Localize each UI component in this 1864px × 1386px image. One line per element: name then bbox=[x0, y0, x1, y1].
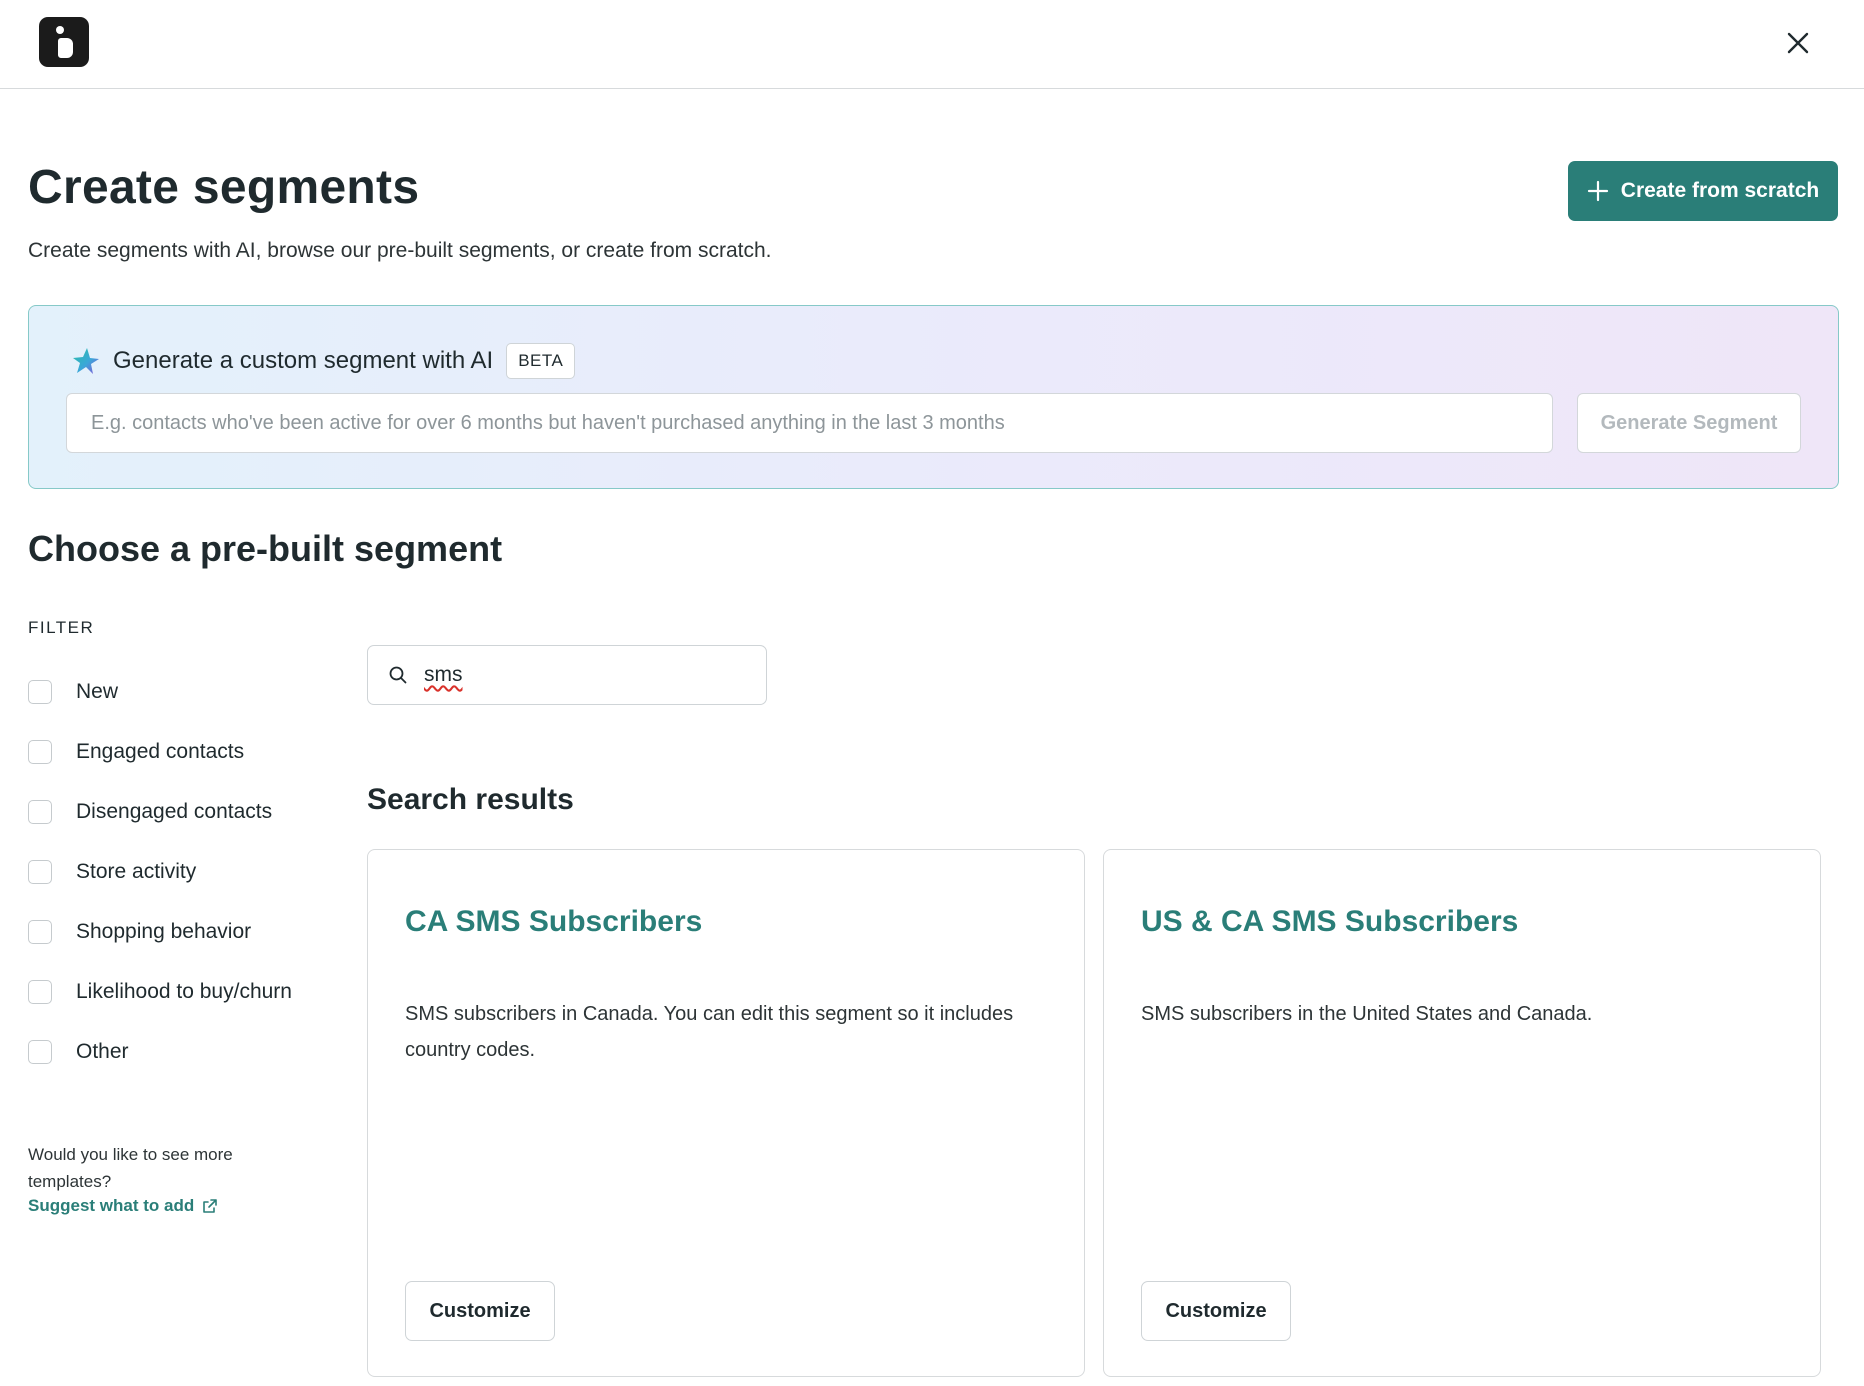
filter-label-text: New bbox=[76, 680, 119, 703]
search-results-title: Search results bbox=[367, 783, 574, 816]
segment-card-title[interactable]: CA SMS Subscribers bbox=[405, 905, 702, 939]
suggest-text: Would you like to see more templates? bbox=[28, 1145, 233, 1191]
suggest-link[interactable]: Suggest what to add bbox=[28, 1195, 288, 1217]
suggest-templates: Would you like to see more templates? Su… bbox=[28, 1141, 288, 1217]
prebuilt-section-title: Choose a pre-built segment bbox=[28, 528, 503, 569]
filter-new[interactable]: New bbox=[28, 662, 292, 722]
filter-checkbox[interactable] bbox=[28, 800, 52, 824]
search-icon bbox=[389, 666, 407, 684]
filter-disengaged-contacts[interactable]: Disengaged contacts bbox=[28, 782, 292, 842]
filter-label-text: Disengaged contacts bbox=[76, 800, 273, 823]
customize-button[interactable]: Customize bbox=[405, 1281, 555, 1341]
filter-label: FILTER bbox=[28, 618, 95, 637]
beta-badge: BETA bbox=[506, 343, 576, 379]
ai-segment-panel: Generate a custom segment with AI BETA G… bbox=[28, 305, 1839, 489]
filter-checkbox[interactable] bbox=[28, 920, 52, 944]
segment-card-title[interactable]: US & CA SMS Subscribers bbox=[1141, 905, 1518, 939]
filter-other[interactable]: Other bbox=[28, 1022, 292, 1082]
filter-label-text: Likelihood to buy/churn bbox=[76, 980, 292, 1003]
ai-prompt-input[interactable] bbox=[66, 393, 1553, 453]
close-icon[interactable] bbox=[1782, 27, 1814, 59]
filter-checkbox[interactable] bbox=[28, 740, 52, 764]
create-from-scratch-label: Create from scratch bbox=[1620, 179, 1820, 202]
brand-logo-icon[interactable] bbox=[39, 17, 89, 67]
external-link-icon bbox=[203, 1199, 218, 1213]
segment-card: CA SMS Subscribers SMS subscribers in Ca… bbox=[367, 849, 1085, 1377]
filter-list: New Engaged contacts Disengaged contacts… bbox=[28, 662, 292, 1082]
create-from-scratch-button[interactable]: Create from scratch bbox=[1568, 161, 1838, 221]
customize-button[interactable]: Customize bbox=[1141, 1281, 1291, 1341]
search-input[interactable]: sms bbox=[367, 645, 767, 705]
segment-card-description: SMS subscribers in the United States and… bbox=[1141, 1003, 1593, 1025]
filter-store-activity[interactable]: Store activity bbox=[28, 842, 292, 902]
sparkle-icon bbox=[73, 348, 99, 374]
ai-title: Generate a custom segment with AI bbox=[113, 347, 494, 374]
plus-icon bbox=[1587, 180, 1608, 202]
segment-card-description: SMS subscribers in Canada. You can edit … bbox=[405, 1003, 1014, 1061]
filter-likelihood-to-buy-churn[interactable]: Likelihood to buy/churn bbox=[28, 962, 292, 1022]
search-value[interactable]: sms bbox=[424, 663, 463, 687]
filter-label-text: Engaged contacts bbox=[76, 740, 245, 763]
generate-segment-button[interactable]: Generate Segment bbox=[1577, 393, 1801, 453]
page-subtitle: Create segments with AI, browse our pre-… bbox=[28, 239, 772, 262]
filter-label-text: Shopping behavior bbox=[76, 920, 252, 943]
filter-engaged-contacts[interactable]: Engaged contacts bbox=[28, 722, 292, 782]
segment-card: US & CA SMS Subscribers SMS subscribers … bbox=[1103, 849, 1821, 1377]
filter-checkbox[interactable] bbox=[28, 980, 52, 1004]
filter-shopping-behavior[interactable]: Shopping behavior bbox=[28, 902, 292, 962]
page-title: Create segments bbox=[28, 161, 420, 214]
filter-checkbox[interactable] bbox=[28, 860, 52, 884]
filter-checkbox[interactable] bbox=[28, 1040, 52, 1064]
filter-checkbox[interactable] bbox=[28, 680, 52, 704]
suggest-link-label: Suggest what to add bbox=[28, 1196, 195, 1215]
filter-label-text: Other bbox=[76, 1040, 129, 1063]
filter-label-text: Store activity bbox=[76, 860, 197, 883]
top-bar bbox=[0, 0, 1864, 89]
